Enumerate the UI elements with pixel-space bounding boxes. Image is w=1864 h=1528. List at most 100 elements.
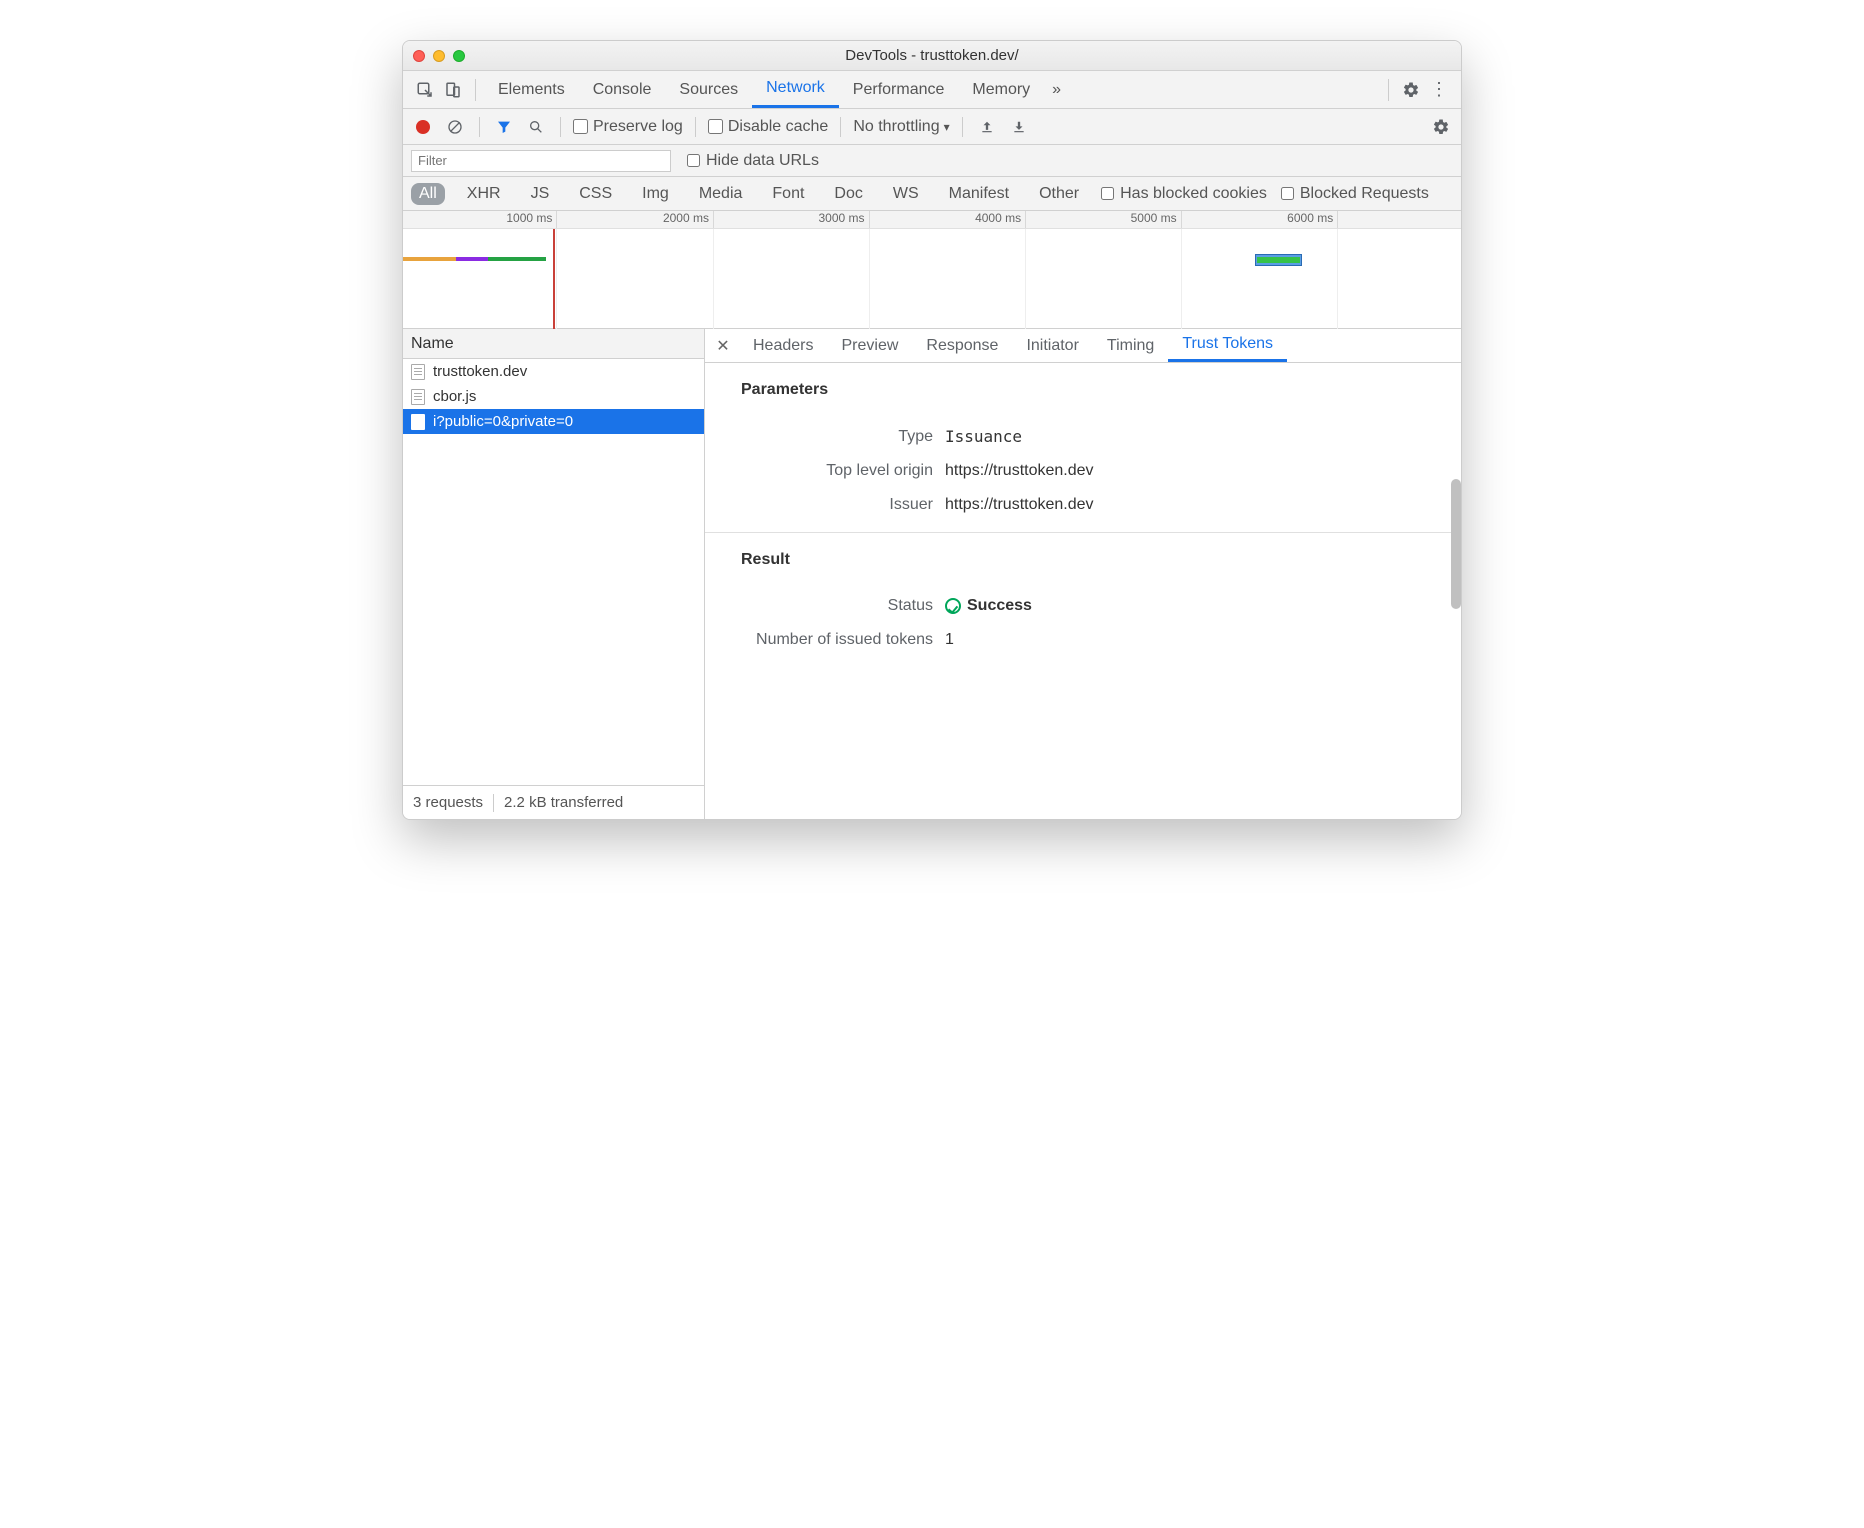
tab-network[interactable]: Network: [752, 71, 839, 108]
types-row: All XHR JS CSS Img Media Font Doc WS Man…: [403, 177, 1461, 211]
type-font[interactable]: Font: [764, 183, 812, 205]
divider: [695, 117, 696, 137]
type-ws[interactable]: WS: [885, 183, 927, 205]
request-row-selected[interactable]: i?public=0&private=0: [403, 409, 704, 434]
timeline[interactable]: 1000 ms 2000 ms 3000 ms 4000 ms 5000 ms …: [403, 211, 1461, 329]
detail-tab-response[interactable]: Response: [912, 329, 1012, 362]
kv-row-issued-tokens: Number of issued tokens 1: [705, 623, 1461, 657]
document-icon: [411, 414, 425, 430]
main-tab-bar: Elements Console Sources Network Perform…: [403, 71, 1461, 109]
hide-data-urls-checkbox[interactable]: Hide data URLs: [687, 152, 819, 170]
detail-tab-timing[interactable]: Timing: [1093, 329, 1168, 362]
blocked-requests-label: Blocked Requests: [1300, 185, 1429, 203]
divider: [493, 794, 494, 812]
timeline-tick-label: 4000 ms: [975, 211, 1025, 225]
download-har-icon[interactable]: [1007, 115, 1031, 139]
close-detail-button[interactable]: ✕: [711, 336, 735, 356]
tab-memory[interactable]: Memory: [958, 71, 1044, 108]
type-img[interactable]: Img: [634, 183, 677, 205]
detail-tab-headers[interactable]: Headers: [739, 329, 827, 362]
tabs-overflow[interactable]: »: [1044, 71, 1069, 108]
type-manifest[interactable]: Manifest: [941, 183, 1017, 205]
request-row[interactable]: trusttoken.dev: [403, 359, 704, 384]
timeline-tick-label: 2000 ms: [663, 211, 713, 225]
kv-value: Success: [967, 597, 1032, 615]
type-xhr[interactable]: XHR: [459, 183, 509, 205]
devtools-window: DevTools - trusttoken.dev/ Elements Cons…: [402, 40, 1462, 820]
timeline-tick-label: 6000 ms: [1287, 211, 1337, 225]
divider: [962, 117, 963, 137]
request-count: 3 requests: [413, 794, 483, 811]
document-icon: [411, 364, 425, 380]
divider: [840, 117, 841, 137]
throttling-value: No throttling: [853, 118, 939, 136]
kv-value: https://trusttoken.dev: [945, 496, 1094, 514]
throttling-select[interactable]: No throttling: [853, 118, 949, 136]
device-toolbar-icon[interactable]: [439, 76, 467, 104]
filter-row: Hide data URLs: [403, 145, 1461, 177]
detail-tab-initiator[interactable]: Initiator: [1012, 329, 1092, 362]
inspect-element-icon[interactable]: [411, 76, 439, 104]
settings-icon[interactable]: [1397, 76, 1425, 104]
type-css[interactable]: CSS: [571, 183, 620, 205]
success-icon: [945, 598, 961, 614]
preserve-log-label: Preserve log: [593, 118, 683, 136]
timeline-bar: [456, 257, 488, 261]
tab-elements[interactable]: Elements: [484, 71, 579, 108]
record-button[interactable]: [411, 115, 435, 139]
divider: [560, 117, 561, 137]
upload-har-icon[interactable]: [975, 115, 999, 139]
preserve-log-checkbox[interactable]: Preserve log: [573, 118, 683, 136]
filter-input[interactable]: [411, 150, 671, 172]
type-js[interactable]: JS: [523, 183, 558, 205]
hide-data-urls-label: Hide data URLs: [706, 152, 819, 170]
titlebar: DevTools - trusttoken.dev/: [403, 41, 1461, 71]
detail-panel: ✕ Headers Preview Response Initiator Tim…: [705, 329, 1461, 667]
type-media[interactable]: Media: [691, 183, 751, 205]
request-name: i?public=0&private=0: [433, 413, 573, 430]
type-other[interactable]: Other: [1031, 183, 1087, 205]
search-icon[interactable]: [524, 115, 548, 139]
request-list: trusttoken.dev cbor.js i?public=0&privat…: [403, 359, 704, 785]
request-row[interactable]: cbor.js: [403, 384, 704, 409]
result-section: Result Status Success Number of issued t…: [705, 533, 1461, 667]
kv-value: https://trusttoken.dev: [945, 462, 1094, 480]
timeline-ruler: 1000 ms 2000 ms 3000 ms 4000 ms 5000 ms …: [403, 211, 1461, 229]
kv-row-top-level-origin: Top level origin https://trusttoken.dev: [705, 454, 1461, 488]
type-doc[interactable]: Doc: [826, 183, 870, 205]
request-name: trusttoken.dev: [433, 363, 527, 380]
section-title: Parameters: [705, 381, 1461, 399]
blocked-requests-checkbox[interactable]: Blocked Requests: [1281, 185, 1429, 203]
type-all[interactable]: All: [411, 183, 445, 205]
detail-tab-preview[interactable]: Preview: [827, 329, 912, 362]
has-blocked-cookies-label: Has blocked cookies: [1120, 185, 1267, 203]
document-icon: [411, 389, 425, 405]
more-menu-icon[interactable]: ⋮: [1425, 76, 1453, 104]
divider: [1388, 79, 1389, 101]
divider: [479, 117, 480, 137]
window-title: DevTools - trusttoken.dev/: [403, 47, 1461, 64]
network-main: Name trusttoken.dev cbor.js i?public=0&p…: [403, 329, 1461, 819]
timeline-bar: [488, 257, 546, 261]
scrollbar[interactable]: [1451, 479, 1461, 609]
detail-tab-bar: ✕ Headers Preview Response Initiator Tim…: [705, 329, 1461, 363]
clear-button[interactable]: [443, 115, 467, 139]
tab-console[interactable]: Console: [579, 71, 666, 108]
section-title: Result: [705, 551, 1461, 569]
tab-sources[interactable]: Sources: [665, 71, 752, 108]
kv-key: Issuer: [705, 496, 945, 514]
kv-key: Number of issued tokens: [705, 631, 945, 649]
request-list-panel: Name trusttoken.dev cbor.js i?public=0&p…: [403, 329, 705, 819]
disable-cache-checkbox[interactable]: Disable cache: [708, 118, 829, 136]
parameters-section: Parameters Type Issuance Top level origi…: [705, 363, 1461, 533]
name-column-header[interactable]: Name: [403, 329, 704, 359]
detail-tab-trust-tokens[interactable]: Trust Tokens: [1168, 329, 1287, 362]
filter-icon[interactable]: [492, 115, 516, 139]
timeline-body: [403, 229, 1461, 329]
transferred-size: 2.2 kB transferred: [504, 794, 623, 811]
kv-key: Top level origin: [705, 462, 945, 480]
tab-performance[interactable]: Performance: [839, 71, 959, 108]
network-settings-icon[interactable]: [1429, 115, 1453, 139]
has-blocked-cookies-checkbox[interactable]: Has blocked cookies: [1101, 185, 1267, 203]
disable-cache-label: Disable cache: [728, 118, 829, 136]
